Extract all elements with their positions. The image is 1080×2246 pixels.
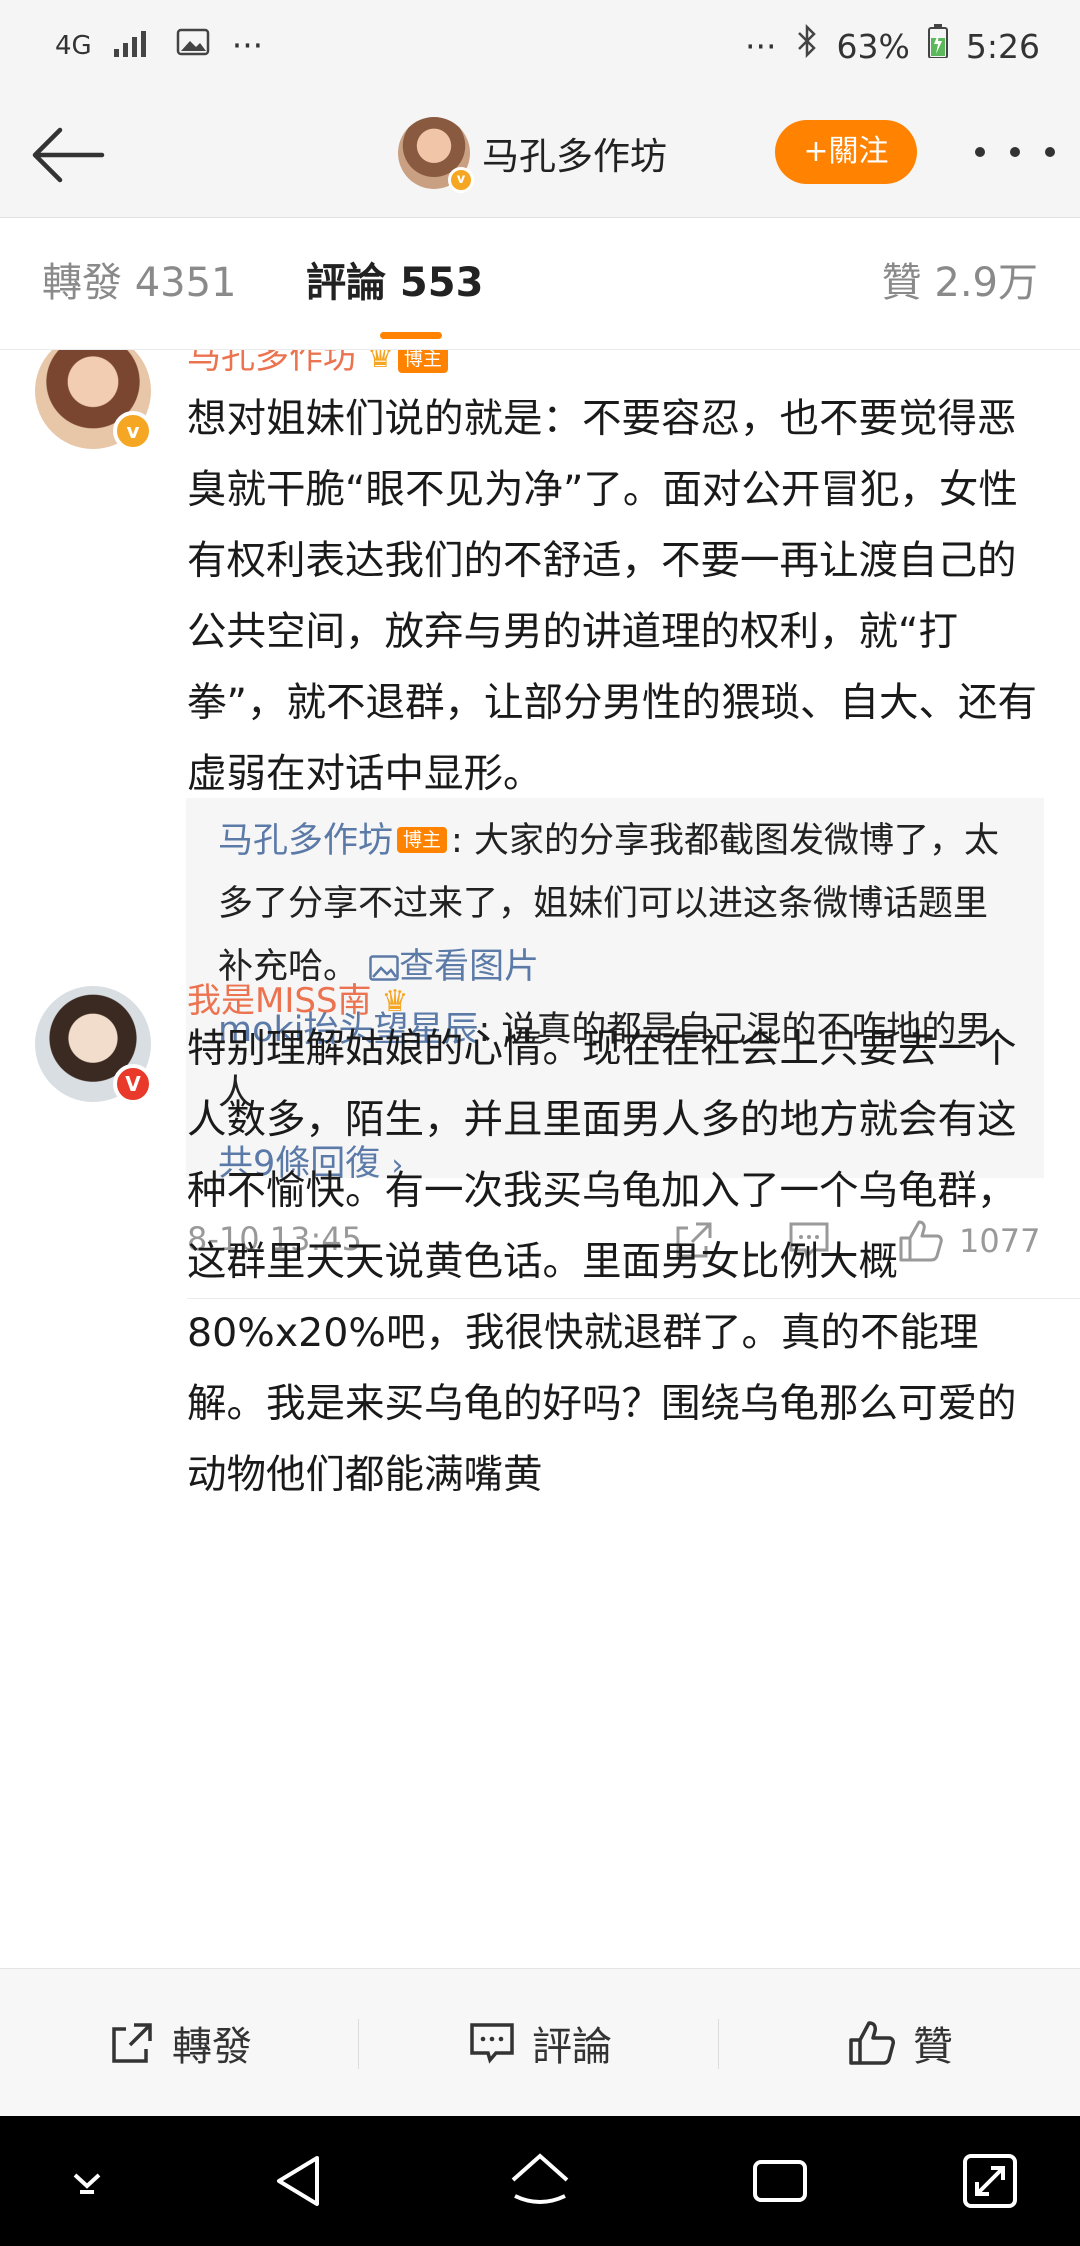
comment-author[interactable]: 马孔多作坊 [187,350,357,378]
tab-likes[interactable]: 贊 2.9万 [882,258,1038,308]
separator [358,2019,359,2069]
expand-icon [963,2154,1017,2208]
signal-icon [113,24,154,68]
blogger-badge: 博主 [397,827,448,853]
battery-icon [927,24,948,69]
dot-icon [1045,147,1055,157]
bottom-action-bar: 轉發 評論 贊 [0,1968,1080,2116]
status-more-left: ··· [231,26,264,65]
reply-item: 马孔多作坊 博主: 大家的分享我都截图发微博了，太多了分享不过来了，姐妹们可以进这… [218,810,1012,999]
image-icon [176,24,210,68]
recents-icon [753,2160,807,2202]
recents-button[interactable] [745,2146,815,2216]
screen-expand-button[interactable] [955,2146,1025,2216]
back-button[interactable] [28,120,108,190]
comment-text: 特别理解姑娘的心情。现在在社会上只要去一个人数多，陌生，并且里面男人多的地方就会… [187,1026,1017,1498]
active-tab-indicator [380,332,442,339]
back-nav-button[interactable] [265,2146,335,2216]
network-label: 4G [55,31,92,61]
system-nav-bar [0,2116,1080,2246]
reply-author[interactable]: 马孔多作坊 [218,821,393,861]
header-user[interactable]: v 马孔多作坊 [398,117,667,193]
home-icon [511,2153,569,2204]
crown-icon: ♛ [367,350,394,375]
clock: 5:26 [965,26,1040,66]
thumbs-up-icon [849,2021,895,2065]
like-button[interactable]: 贊 [720,1969,1080,2117]
comment-item: V 我是MISS南 ♛ 特别理解姑娘的心情。现在在社会上只要去一个人数多，陌生，… [0,980,1080,1968]
comment-feed[interactable]: v 马孔多作坊 ♛ 博主 想对姐妹们说的就是：不要容忍，也不要觉得恶臭就干脆“眼… [0,350,1080,1968]
verified-icon: v [113,411,153,451]
comment-icon [470,2023,514,2064]
verified-icon: v [448,167,474,193]
follow-button[interactable]: +關注 [775,120,917,184]
like-label: 贊 [913,2024,953,2070]
status-bar: 4G ··· ··· 63% 5:26 [0,0,1080,90]
status-right: ··· 63% 5:26 [745,23,1040,69]
tab-comments[interactable]: 評論 553 [306,258,483,308]
repost-button[interactable]: 轉發 [0,1969,360,2117]
repost-label: 轉發 [172,2024,252,2070]
comment-label: 評論 [532,2024,612,2070]
blogger-badge: 博主 [397,350,448,373]
back-arrow-icon [32,127,105,183]
avatar[interactable]: V [35,986,153,1104]
more-options-button[interactable] [975,130,1055,174]
header-avatar[interactable]: v [398,117,474,193]
avatar[interactable]: v [35,350,153,451]
separator [718,2019,719,2069]
top-bar: v 马孔多作坊 +關注 [0,90,1080,218]
status-more-right: ··· [745,26,777,66]
tab-bar: 轉發 4351 評論 553 贊 2.9万 [0,218,1080,350]
comment-button[interactable]: 評論 [360,1969,720,2117]
header-username[interactable]: 马孔多作坊 [482,126,667,180]
bluetooth-icon [795,23,819,69]
back-triangle-icon [277,2156,319,2206]
verified-icon: V [113,1064,153,1104]
chevron-down-icon [73,2173,101,2194]
home-button[interactable] [505,2146,575,2216]
comment-text: 想对姐妹们说的就是：不要容忍，也不要觉得恶臭就干脆“眼不见为净”了。面对公开冒犯… [187,396,1037,797]
dot-icon [1010,147,1020,157]
battery-percent: 63% [836,26,910,66]
hide-keyboard-button[interactable] [52,2146,122,2216]
dot-icon [975,147,985,157]
tab-repost[interactable]: 轉發 4351 [42,258,237,308]
repost-icon [112,2023,152,2063]
status-left: 4G ··· [55,24,263,68]
picture-icon [369,955,399,981]
comment-author-row: 马孔多作坊 ♛ 博主 [187,350,448,378]
